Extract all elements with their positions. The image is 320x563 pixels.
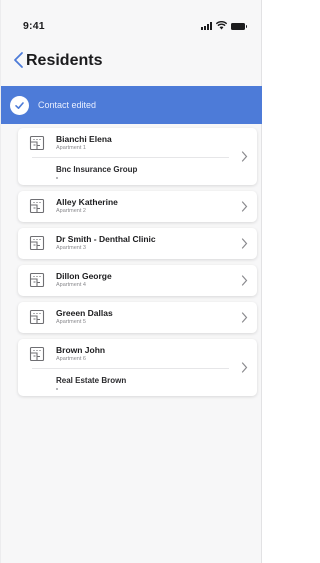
status-bar: 9:41: [1, 0, 261, 40]
chevron-right-icon: [241, 362, 248, 373]
resident-name: Bianchi Elena: [56, 134, 112, 144]
card-divider: [32, 157, 229, 158]
resident-apartment: Apartment 6: [56, 356, 86, 362]
resident-apartment: Apartment 1: [56, 145, 86, 151]
checkmark-circle-icon: [10, 95, 29, 115]
resident-name: Brown John: [56, 345, 106, 355]
status-time: 9:41: [23, 20, 45, 32]
toast-message: Contact edited: [38, 100, 97, 110]
back-chevron-icon[interactable]: [11, 51, 27, 69]
wifi-icon: [216, 21, 227, 30]
building-icon: [29, 135, 45, 151]
resident-card[interactable]: Dr Smith - Denthal Clinic Apartment 3: [18, 228, 257, 259]
building-icon: [29, 272, 45, 288]
phone-screen: 9:41 Residents Contact edited Bianchi El…: [0, 0, 262, 563]
resident-name: Dr Smith - Denthal Clinic: [56, 234, 156, 244]
resident-name: Greeen Dallas: [56, 308, 113, 318]
card-divider: [32, 368, 229, 369]
resident-apartment: Apartment 3: [56, 245, 86, 251]
resident-card[interactable]: Dillon George Apartment 4: [18, 265, 257, 296]
resident-name: Alley Katherine: [56, 197, 118, 207]
status-icons: [201, 21, 247, 30]
chevron-right-icon: [241, 151, 248, 162]
page-title: Residents: [26, 52, 103, 69]
company-detail-dot: [56, 177, 58, 179]
resident-card[interactable]: Alley Katherine Apartment 2: [18, 191, 257, 222]
building-icon: [29, 235, 45, 251]
contact-edited-toast: Contact edited: [1, 86, 262, 124]
chevron-right-icon: [241, 312, 248, 323]
battery-icon: [231, 23, 247, 30]
resident-card[interactable]: Brown John Apartment 6 Real Estate Brown: [18, 339, 257, 396]
resident-company: Bnc Insurance Group: [56, 165, 138, 174]
resident-apartment: Apartment 4: [56, 282, 86, 288]
building-icon: [29, 346, 45, 362]
residents-list: Bianchi Elena Apartment 1 Bnc Insurance …: [18, 128, 257, 402]
company-detail-dot: [56, 388, 58, 390]
resident-card[interactable]: Bianchi Elena Apartment 1 Bnc Insurance …: [18, 128, 257, 185]
chevron-right-icon: [241, 238, 248, 249]
resident-card[interactable]: Greeen Dallas Apartment 5: [18, 302, 257, 333]
chevron-right-icon: [241, 201, 248, 212]
building-icon: [29, 198, 45, 214]
resident-apartment: Apartment 2: [56, 208, 86, 214]
chevron-right-icon: [241, 275, 248, 286]
resident-company: Real Estate Brown: [56, 376, 127, 385]
cellular-signal-icon: [201, 22, 212, 30]
building-icon: [29, 309, 45, 325]
navigation-bar: Residents: [1, 40, 261, 82]
resident-name: Dillon George: [56, 271, 112, 281]
resident-apartment: Apartment 5: [56, 319, 86, 325]
